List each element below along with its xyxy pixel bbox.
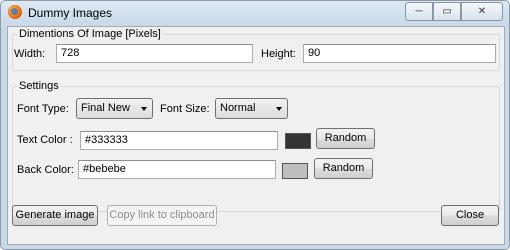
font-type-value: Final New: [81, 102, 130, 114]
generate-image-button[interactable]: Generate image: [12, 205, 98, 226]
height-input[interactable]: 90: [303, 44, 496, 63]
font-type-label: Font Type:: [17, 103, 69, 115]
font-size-value: Normal: [220, 102, 256, 114]
width-label: Width:: [14, 48, 46, 60]
title-bar: Dummy Images ─ ▭ ✕: [1, 1, 509, 25]
settings-legend: Settings: [19, 80, 59, 92]
dialog-body: Dimentions Of Image [Pixels] Width: 728 …: [7, 26, 505, 245]
text-color-input[interactable]: #333333: [80, 131, 278, 150]
dialog-window: Dummy Images ─ ▭ ✕ Dimentions Of Image […: [0, 0, 510, 250]
copy-link-button[interactable]: Copy link to clipboard: [107, 205, 217, 226]
font-size-select[interactable]: Normal: [215, 98, 288, 119]
minimize-button[interactable]: ─: [405, 2, 433, 21]
chevron-down-icon: [141, 107, 147, 111]
text-color-random-button[interactable]: Random: [316, 128, 375, 149]
window-controls: ─ ▭ ✕: [405, 2, 503, 21]
close-button[interactable]: Close: [441, 205, 499, 226]
font-size-label: Font Size:: [160, 103, 210, 115]
back-color-random-button[interactable]: Random: [314, 158, 373, 179]
chevron-down-icon: [276, 107, 282, 111]
firefox-icon: [8, 5, 22, 19]
back-color-swatch[interactable]: [282, 163, 308, 179]
back-color-label: Back Color:: [17, 164, 74, 176]
window-title: Dummy Images: [28, 6, 113, 20]
text-color-swatch[interactable]: [285, 133, 311, 149]
font-type-select[interactable]: Final New: [76, 98, 153, 119]
maximize-button[interactable]: ▭: [433, 2, 461, 21]
dimensions-legend: Dimentions Of Image [Pixels]: [19, 28, 161, 40]
close-window-button[interactable]: ✕: [461, 2, 503, 21]
back-color-input[interactable]: #bebebe: [78, 160, 276, 179]
width-input[interactable]: 728: [56, 44, 253, 63]
text-color-label: Text Color :: [17, 134, 73, 146]
height-label: Height:: [261, 48, 296, 60]
